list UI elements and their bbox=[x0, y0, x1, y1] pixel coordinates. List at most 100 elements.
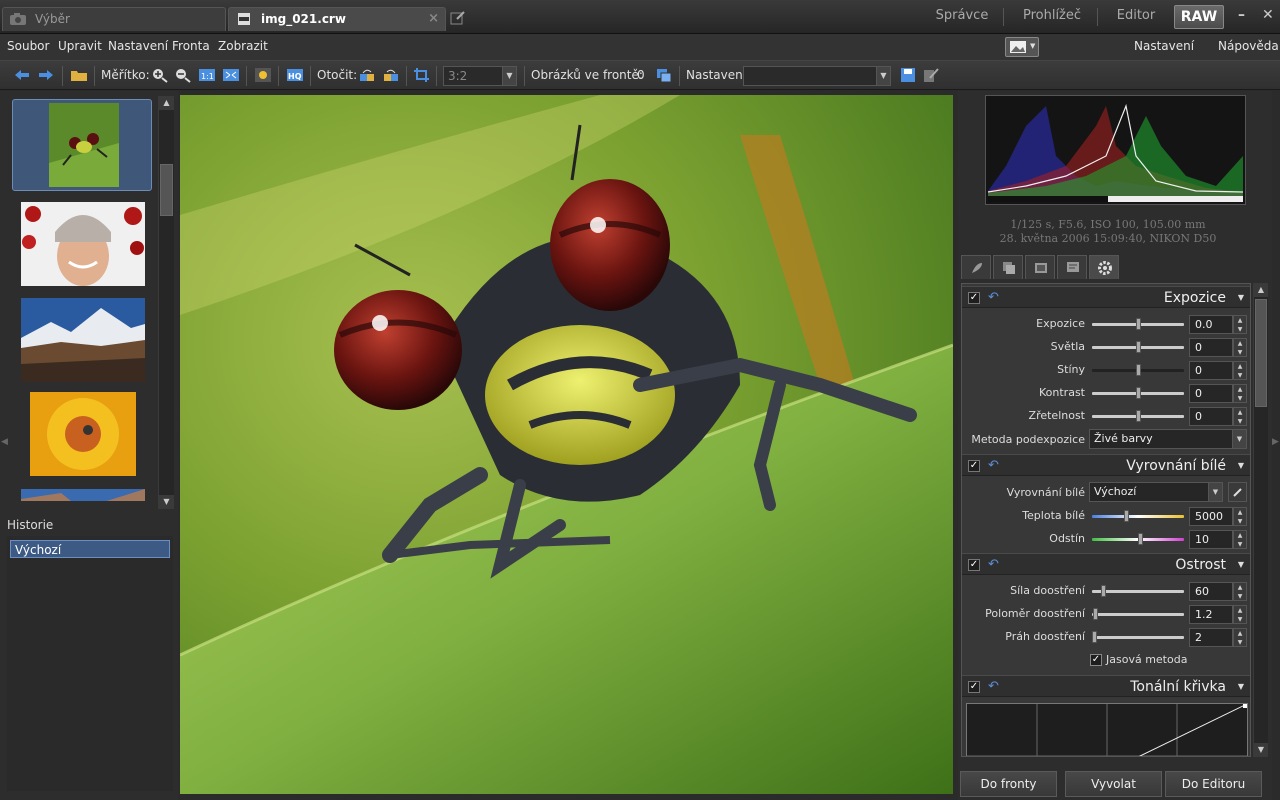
slider-knob[interactable] bbox=[1101, 585, 1106, 597]
sharpen-amount-input[interactable]: 60 bbox=[1189, 582, 1233, 601]
actual-size-icon[interactable]: 1:1 bbox=[198, 67, 216, 83]
menu-edit[interactable]: Upravit bbox=[58, 39, 102, 53]
scroll-down-icon[interactable]: ▼ bbox=[1254, 743, 1268, 757]
save-preset-icon[interactable] bbox=[899, 67, 917, 83]
history-item[interactable]: Výchozí bbox=[10, 540, 170, 558]
scroll-thumb[interactable] bbox=[160, 164, 173, 216]
filmstrip-scrollbar[interactable]: ▲ ▼ bbox=[158, 96, 174, 509]
collapse-left-icon[interactable]: ◀ bbox=[1, 437, 8, 447]
tab-metadata[interactable] bbox=[1057, 255, 1087, 279]
reset-icon[interactable]: ↶ bbox=[988, 679, 999, 694]
tint-input[interactable]: 10 bbox=[1189, 530, 1233, 549]
exposure-slider[interactable] bbox=[1092, 318, 1184, 330]
crop-icon[interactable] bbox=[413, 67, 431, 83]
luma-method-checkbox[interactable]: ✓ bbox=[1090, 654, 1102, 666]
shadows-slider[interactable] bbox=[1092, 364, 1184, 376]
minimize-button[interactable]: – bbox=[1238, 7, 1245, 23]
slider-knob[interactable] bbox=[1136, 364, 1141, 376]
slider-knob[interactable] bbox=[1092, 631, 1097, 643]
chevron-down-icon[interactable]: ▼ bbox=[1238, 682, 1244, 691]
zoom-out-icon[interactable] bbox=[174, 67, 192, 83]
menu-file[interactable]: Soubor bbox=[7, 39, 49, 53]
reset-icon[interactable]: ↶ bbox=[988, 557, 999, 572]
adjustments-scrollbar[interactable]: ▲ ▼ bbox=[1253, 283, 1268, 757]
sharpen-threshold-stepper[interactable]: ▲ ▼ bbox=[1233, 628, 1247, 647]
tab-selection[interactable]: Výběr bbox=[2, 7, 226, 31]
mode-manager[interactable]: Správce bbox=[930, 8, 994, 26]
shadows-input[interactable]: 0 bbox=[1189, 361, 1233, 380]
forward-arrow-icon[interactable] bbox=[37, 67, 55, 83]
scroll-up-icon[interactable]: ▲ bbox=[1254, 283, 1268, 297]
folder-icon[interactable] bbox=[70, 67, 88, 83]
menu-view[interactable]: Zobrazit bbox=[218, 39, 268, 53]
queue-icon[interactable] bbox=[655, 67, 673, 83]
aspect-ratio-select[interactable]: 3:2 ▼ bbox=[443, 66, 517, 86]
thumbnail-item[interactable] bbox=[12, 99, 152, 191]
contrast-stepper[interactable]: ▲ ▼ bbox=[1233, 384, 1247, 403]
white-balance-select[interactable]: Výchozí ▼ bbox=[1089, 482, 1223, 502]
tab-brush[interactable] bbox=[961, 255, 991, 279]
scroll-thumb[interactable] bbox=[1255, 299, 1267, 407]
thumbnail-item[interactable] bbox=[12, 389, 152, 481]
auto-enhance-icon[interactable] bbox=[254, 67, 272, 83]
scroll-up-icon[interactable]: ▲ bbox=[159, 96, 174, 110]
chevron-down-icon[interactable]: ▼ bbox=[1238, 293, 1244, 302]
slider-knob[interactable] bbox=[1093, 608, 1098, 620]
tab-adjustments[interactable] bbox=[1089, 255, 1119, 279]
sharpen-threshold-input[interactable]: 2 bbox=[1189, 628, 1233, 647]
slider-knob[interactable] bbox=[1138, 533, 1143, 545]
tab-layers[interactable] bbox=[993, 255, 1023, 279]
clarity-slider[interactable] bbox=[1092, 410, 1184, 422]
tab-file[interactable]: img_021.crw × bbox=[228, 7, 446, 31]
collapse-right-icon[interactable]: ▶ bbox=[1272, 437, 1279, 447]
section-enable-checkbox[interactable]: ✓ bbox=[968, 559, 980, 571]
back-arrow-icon[interactable] bbox=[13, 67, 31, 83]
slider-knob[interactable] bbox=[1136, 341, 1141, 353]
export-button[interactable]: Vyvolat bbox=[1065, 771, 1162, 797]
tone-curve-graph[interactable] bbox=[966, 703, 1248, 756]
highlights-input[interactable]: 0 bbox=[1189, 338, 1233, 357]
to-editor-button[interactable]: Do Editoru bbox=[1165, 771, 1262, 797]
reset-icon[interactable]: ↶ bbox=[988, 458, 999, 473]
eyedropper-button[interactable] bbox=[1228, 482, 1247, 502]
thumbnail-item[interactable] bbox=[12, 485, 152, 501]
reset-icon[interactable]: ↶ bbox=[988, 290, 999, 305]
edit-preset-icon[interactable] bbox=[922, 67, 940, 83]
section-white-balance-header[interactable]: ✓ ↶ Vyrovnání bílé ▼ bbox=[962, 454, 1250, 476]
layout-dropdown-button[interactable]: ▼ bbox=[1005, 37, 1039, 57]
underexposure-method-select[interactable]: Živé barvy ▼ bbox=[1089, 429, 1247, 449]
contrast-slider[interactable] bbox=[1092, 387, 1184, 399]
section-enable-checkbox[interactable]: ✓ bbox=[968, 292, 980, 304]
clarity-stepper[interactable]: ▲ ▼ bbox=[1233, 407, 1247, 426]
sharpen-amount-stepper[interactable]: ▲ ▼ bbox=[1233, 582, 1247, 601]
exposure-input[interactable]: 0.0 bbox=[1189, 315, 1233, 334]
slider-knob[interactable] bbox=[1124, 510, 1129, 522]
sharpen-threshold-slider[interactable] bbox=[1092, 631, 1184, 643]
help-button[interactable]: Nápověda bbox=[1218, 39, 1279, 53]
section-enable-checkbox[interactable]: ✓ bbox=[968, 460, 980, 472]
mode-raw[interactable]: RAW bbox=[1174, 5, 1224, 29]
mode-editor[interactable]: Editor bbox=[1107, 8, 1165, 26]
section-curve-header[interactable]: ✓ ↶ Tonální křivka ▼ bbox=[962, 675, 1250, 697]
to-queue-button[interactable]: Do fronty bbox=[960, 771, 1057, 797]
temperature-input[interactable]: 5000 bbox=[1189, 507, 1233, 526]
slider-knob[interactable] bbox=[1136, 387, 1141, 399]
temperature-stepper[interactable]: ▲ ▼ bbox=[1233, 507, 1247, 526]
exposure-stepper[interactable]: ▲ ▼ bbox=[1233, 315, 1247, 334]
rotate-right-icon[interactable] bbox=[382, 67, 400, 83]
contrast-input[interactable]: 0 bbox=[1189, 384, 1233, 403]
slider-knob[interactable] bbox=[1136, 410, 1141, 422]
mode-viewer[interactable]: Prohlížeč bbox=[1017, 8, 1087, 26]
section-sharpen-header[interactable]: ✓ ↶ Ostrost ▼ bbox=[962, 553, 1250, 575]
sharpen-radius-input[interactable]: 1.2 bbox=[1189, 605, 1233, 624]
highlights-slider[interactable] bbox=[1092, 341, 1184, 353]
new-tab-icon[interactable] bbox=[450, 10, 466, 26]
chevron-down-icon[interactable]: ▼ bbox=[1238, 560, 1244, 569]
slider-knob[interactable] bbox=[1136, 318, 1141, 330]
highlights-stepper[interactable]: ▲ ▼ bbox=[1233, 338, 1247, 357]
preset-select[interactable]: ▼ bbox=[743, 66, 891, 86]
menu-settings[interactable]: Nastavení bbox=[108, 39, 168, 53]
temperature-slider[interactable] bbox=[1092, 510, 1184, 522]
sharpen-radius-stepper[interactable]: ▲ ▼ bbox=[1233, 605, 1247, 624]
thumbnail-item[interactable] bbox=[12, 294, 152, 386]
